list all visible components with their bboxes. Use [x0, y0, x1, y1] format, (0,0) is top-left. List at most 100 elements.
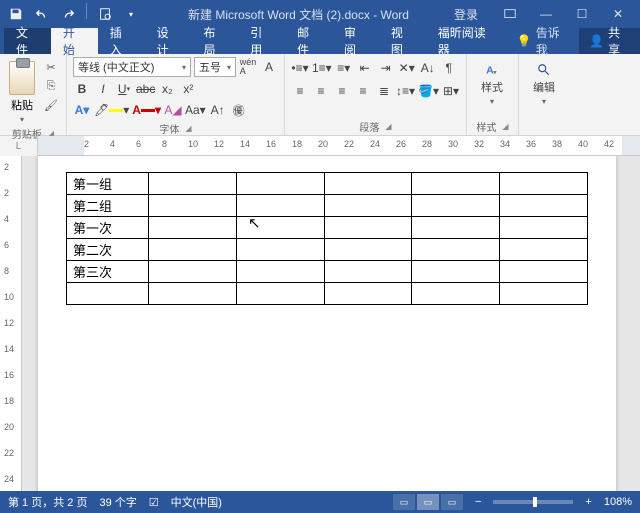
table-cell[interactable]: 第三次 — [67, 261, 149, 283]
bullets-button[interactable]: •≡▾ — [291, 59, 309, 77]
tab-selector[interactable]: L — [0, 136, 38, 156]
increase-indent-button[interactable]: ⇥ — [377, 59, 395, 77]
table-cell[interactable]: 第一次 — [67, 217, 149, 239]
change-case-button[interactable]: Aa▾ — [185, 101, 206, 119]
undo-button[interactable] — [30, 3, 54, 25]
align-left-button[interactable]: ≡ — [291, 82, 309, 100]
tab-view[interactable]: 视图 — [379, 28, 426, 54]
copy-button[interactable]: ⎘ — [42, 78, 60, 94]
document-page[interactable]: 第一组第二组第一次第二次第三次 — [38, 156, 616, 491]
table-cell[interactable]: 第二次 — [67, 239, 149, 261]
table-cell[interactable] — [67, 283, 149, 305]
table-cell[interactable] — [236, 283, 324, 305]
decrease-indent-button[interactable]: ⇤ — [356, 59, 374, 77]
tab-home[interactable]: 开始 — [51, 28, 98, 54]
tab-foxit[interactable]: 福昕阅读器 — [426, 28, 507, 54]
italic-button[interactable]: I — [94, 80, 112, 98]
underline-button[interactable]: U ▾ — [115, 80, 133, 98]
table-cell[interactable] — [149, 173, 237, 195]
table-cell[interactable] — [412, 283, 500, 305]
phonetic-guide-button[interactable]: wénA — [239, 58, 257, 76]
print-layout-button[interactable]: ▭ — [417, 494, 439, 510]
document-table[interactable]: 第一组第二组第一次第二次第三次 — [66, 172, 588, 305]
zoom-in-button[interactable]: + — [585, 496, 591, 508]
shading-button[interactable]: 🪣▾ — [418, 82, 439, 100]
table-cell[interactable] — [149, 195, 237, 217]
font-color-button[interactable]: A▾ — [132, 101, 161, 119]
bold-button[interactable]: B — [73, 80, 91, 98]
numbering-button[interactable]: 1≡▾ — [312, 59, 332, 77]
share-button[interactable]: 👤共享 — [579, 28, 640, 54]
align-center-button[interactable]: ≡ — [312, 82, 330, 100]
styles-button[interactable]: A 样式▾ — [473, 57, 511, 106]
tab-insert[interactable]: 插入 — [98, 28, 145, 54]
enclose-characters-button[interactable]: ㊝ — [230, 101, 248, 119]
read-mode-button[interactable]: ▭ — [393, 494, 415, 510]
subscript-button[interactable]: x₂ — [158, 80, 176, 98]
zoom-level[interactable]: 108% — [604, 496, 632, 508]
table-cell[interactable] — [412, 173, 500, 195]
editing-button[interactable]: 编辑▾ — [525, 57, 563, 106]
table-row[interactable]: 第一次 — [67, 217, 588, 239]
table-cell[interactable] — [412, 217, 500, 239]
table-cell[interactable] — [149, 283, 237, 305]
horizontal-ruler[interactable]: 24681012141618202224262830323436384042 — [38, 136, 640, 156]
login-link[interactable]: 登录 — [454, 6, 478, 23]
paragraph-dialog-launcher[interactable]: ◢ — [385, 122, 391, 131]
table-cell[interactable] — [412, 239, 500, 261]
word-count[interactable]: 39 个字 — [99, 494, 136, 510]
table-cell[interactable] — [324, 195, 412, 217]
table-cell[interactable] — [412, 195, 500, 217]
table-cell[interactable] — [324, 283, 412, 305]
table-cell[interactable] — [149, 217, 237, 239]
page-indicator[interactable]: 第 1 页，共 2 页 — [8, 494, 87, 510]
clear-formatting-button[interactable]: A◢ — [164, 101, 182, 119]
font-name-combo[interactable]: 等线 (中文正文)▾ — [73, 57, 191, 77]
table-cell[interactable] — [500, 261, 588, 283]
highlight-button[interactable]: 🖊▾ — [94, 101, 129, 119]
justify-button[interactable]: ≡ — [354, 82, 372, 100]
line-spacing-button[interactable]: ↕≡▾ — [396, 82, 415, 100]
table-cell[interactable] — [324, 173, 412, 195]
table-row[interactable]: 第三次 — [67, 261, 588, 283]
superscript-button[interactable]: x² — [179, 80, 197, 98]
maximize-button[interactable]: ☐ — [564, 0, 600, 28]
qat-customize[interactable]: ▾ — [119, 3, 143, 25]
font-dialog-launcher[interactable]: ◢ — [185, 124, 191, 133]
cut-button[interactable]: ✂ — [42, 59, 60, 75]
table-cell[interactable] — [149, 261, 237, 283]
table-cell[interactable]: 第一组 — [67, 173, 149, 195]
tab-file[interactable]: 文件 — [4, 28, 51, 54]
text-effects-button[interactable]: A▾ — [73, 101, 91, 119]
paste-button[interactable]: 粘贴 ▾ — [6, 57, 38, 124]
table-cell[interactable] — [412, 261, 500, 283]
borders-button[interactable]: ⊞▾ — [442, 82, 460, 100]
tab-mailings[interactable]: 邮件 — [285, 28, 332, 54]
sort-button[interactable]: A↓ — [419, 59, 437, 77]
table-cell[interactable] — [324, 217, 412, 239]
page-scroll-area[interactable]: 第一组第二组第一次第二次第三次 ↖ — [22, 156, 640, 491]
table-cell[interactable] — [236, 217, 324, 239]
zoom-slider[interactable] — [493, 500, 573, 504]
language-indicator[interactable]: 中文(中国) — [171, 494, 222, 510]
save-button[interactable] — [4, 3, 28, 25]
vertical-ruler[interactable]: 224681012141618202224 — [0, 156, 22, 491]
table-cell[interactable] — [236, 239, 324, 261]
table-cell[interactable] — [236, 195, 324, 217]
table-cell[interactable] — [236, 173, 324, 195]
table-cell[interactable] — [324, 261, 412, 283]
align-right-button[interactable]: ≡ — [333, 82, 351, 100]
character-border-button[interactable]: A — [260, 58, 278, 76]
tab-design[interactable]: 设计 — [145, 28, 192, 54]
table-cell[interactable] — [500, 173, 588, 195]
multilevel-list-button[interactable]: ≡▾ — [335, 59, 353, 77]
table-row[interactable] — [67, 283, 588, 305]
table-cell[interactable] — [500, 239, 588, 261]
table-row[interactable]: 第二次 — [67, 239, 588, 261]
distributed-button[interactable]: ≣ — [375, 82, 393, 100]
tab-layout[interactable]: 布局 — [191, 28, 238, 54]
strikethrough-button[interactable]: abc — [136, 80, 155, 98]
redo-button[interactable] — [56, 3, 80, 25]
tab-references[interactable]: 引用 — [238, 28, 285, 54]
web-layout-button[interactable]: ▭ — [441, 494, 463, 510]
